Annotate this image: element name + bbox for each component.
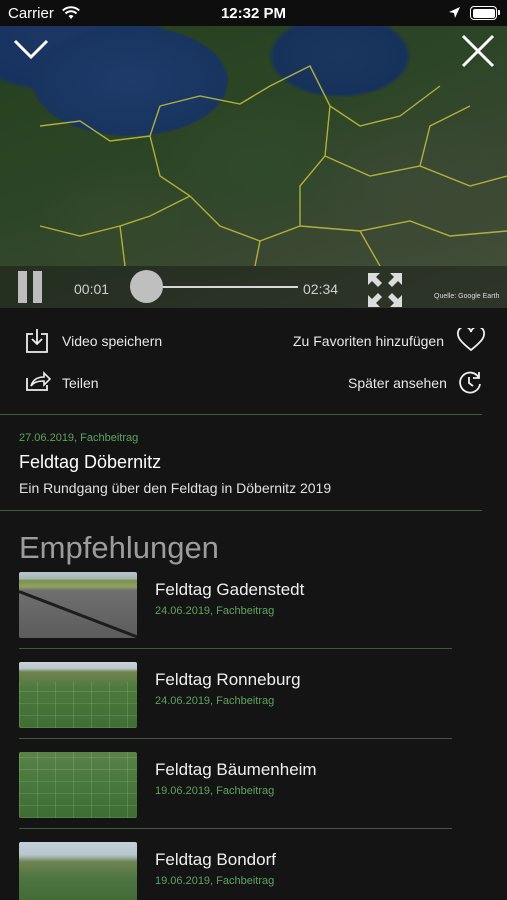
recommendation-meta: 19.06.2019, Fachbeitrag (155, 875, 275, 887)
recommendation-meta: 24.06.2019, Fachbeitrag (155, 605, 275, 617)
clock: 12:32 PM (220, 5, 287, 22)
player-controls: 00:01 02:34 Quelle: Google Earth (0, 266, 507, 308)
video-player[interactable]: 00:01 02:34 Quelle: Google Earth (0, 26, 507, 308)
video-thumbnail[interactable] (19, 752, 137, 818)
map-borders (39, 65, 507, 266)
recommendation-title[interactable]: Feldtag Bondorf (155, 850, 276, 870)
download-icon (26, 329, 48, 353)
watch-later-label: Später ansehen (348, 375, 447, 391)
recommendation-title[interactable]: Feldtag Gadenstedt (155, 580, 304, 600)
divider (0, 414, 482, 415)
share-icon (26, 371, 52, 391)
video-title: Feldtag Döbernitz (19, 452, 162, 472)
current-time: 00:01 (74, 281, 110, 297)
divider (19, 648, 452, 649)
recommendations-heading: Empfehlungen (19, 530, 219, 565)
status-bar: Carrier 12:32 PM (0, 0, 507, 26)
share-label: Teilen (62, 375, 99, 391)
divider (19, 828, 452, 829)
save-video-label: Video speichern (62, 333, 163, 349)
pause-button[interactable] (18, 271, 44, 303)
recommendation-title[interactable]: Feldtag Bäumenheim (155, 760, 317, 780)
save-video-button[interactable]: Video speichern (25, 328, 162, 357)
recommendation-item[interactable]: Feldtag Ronneburg 24.06.2019, Fachbeitra… (0, 662, 507, 752)
seek-track[interactable] (146, 286, 298, 288)
action-bar: Video speichern Zu Favoriten hinzufügen … (0, 308, 507, 414)
recommendation-meta: 19.06.2019, Fachbeitrag (155, 785, 275, 797)
clock-refresh-icon (459, 371, 481, 394)
seek-knob[interactable] (130, 270, 163, 303)
recommendation-item[interactable]: Feldtag Gadenstedt 24.06.2019, Fachbeitr… (0, 572, 507, 662)
chevron-down-icon[interactable] (13, 38, 49, 60)
divider (0, 510, 482, 511)
duration: 02:34 (303, 281, 339, 297)
battery-icon (470, 6, 500, 20)
recommendation-item[interactable]: Feldtag Bondorf 19.06.2019, Fachbeitrag (0, 842, 507, 900)
share-button[interactable]: Teilen (25, 370, 99, 395)
recommendation-meta: 24.06.2019, Fachbeitrag (155, 695, 275, 707)
video-description: Ein Rundgang über den Feldtag in Döberni… (19, 480, 332, 496)
video-thumbnail[interactable] (19, 842, 137, 900)
fullscreen-icon[interactable] (366, 271, 404, 308)
close-icon[interactable] (460, 33, 496, 69)
video-meta: 27.06.2019, Fachbeitrag (19, 432, 139, 444)
video-thumbnail[interactable] (19, 572, 137, 638)
recommendation-item[interactable]: Feldtag Bäumenheim 19.06.2019, Fachbeitr… (0, 752, 507, 842)
heart-icon (457, 328, 485, 352)
map-credit: Quelle: Google Earth (434, 293, 500, 300)
video-thumbnail[interactable] (19, 662, 137, 728)
recommendation-title[interactable]: Feldtag Ronneburg (155, 670, 301, 690)
divider (19, 738, 452, 739)
favorite-label: Zu Favoriten hinzufügen (293, 333, 444, 349)
location-arrow-icon (449, 7, 460, 18)
